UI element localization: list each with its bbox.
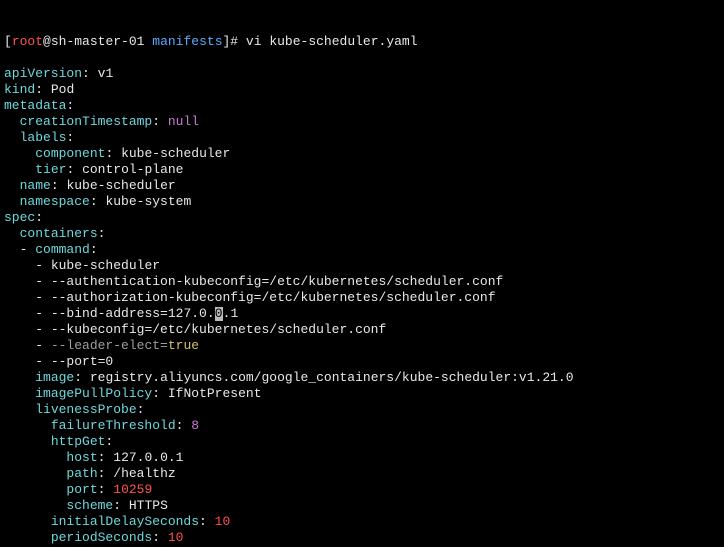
bracket-close: ]# bbox=[223, 34, 239, 49]
terminal-output: [root@sh-master-01 manifests]# vi kube-s… bbox=[0, 0, 724, 547]
prompt-cwd: manifests bbox=[152, 34, 222, 49]
prompt-user: root bbox=[12, 34, 43, 49]
bracket-open: [ bbox=[4, 34, 12, 49]
command-text[interactable]: vi kube-scheduler.yaml bbox=[238, 34, 417, 49]
vi-editor-content[interactable]: apiVersion: v1 kind: Pod metadata: creat… bbox=[4, 50, 720, 547]
prompt-at: @ bbox=[43, 34, 51, 49]
vi-cursor: 0 bbox=[215, 307, 223, 321]
prompt-host: sh-master-01 bbox=[51, 34, 145, 49]
prompt-line: [root@sh-master-01 manifests]# vi kube-s… bbox=[4, 34, 418, 49]
